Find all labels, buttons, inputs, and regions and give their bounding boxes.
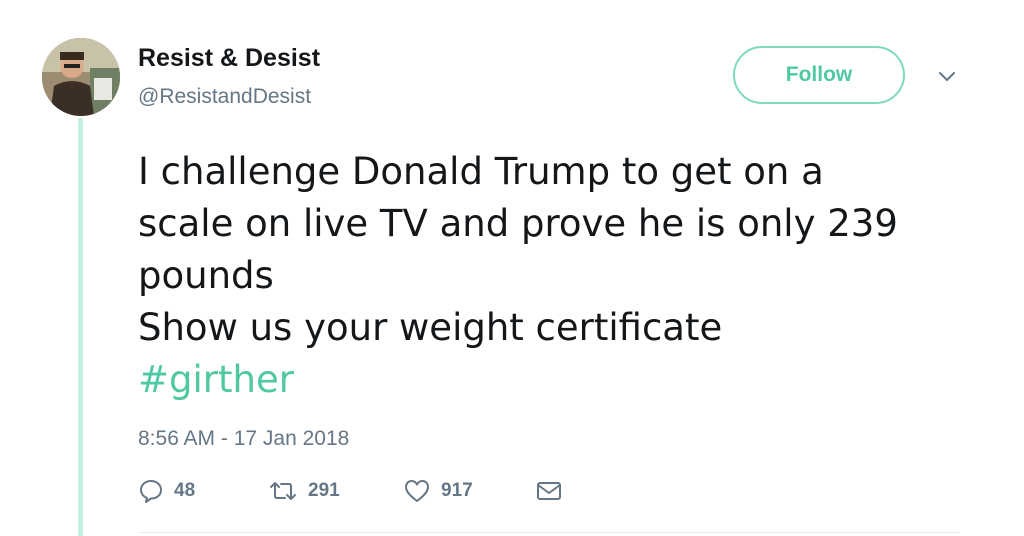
avatar[interactable] [42, 38, 120, 116]
avatar-image [42, 38, 120, 116]
tweet-actions: 48 291 917 [138, 478, 563, 504]
like-count: 917 [441, 480, 473, 501]
direct-message-button[interactable] [535, 478, 563, 504]
tweet-text-line: I challenge Donald Trump to get on a [138, 150, 824, 193]
hashtag-link[interactable]: #girther [138, 354, 998, 406]
message-icon [537, 482, 561, 500]
reply-count: 48 [174, 480, 196, 501]
like-button[interactable]: 917 [403, 478, 535, 504]
display-name[interactable]: Resist & Desist [138, 42, 320, 74]
like-icon [405, 480, 429, 502]
reply-icon [140, 480, 162, 503]
retweet-button[interactable]: 291 [268, 478, 403, 504]
tweet-timestamp[interactable]: 8:56 AM - 17 Jan 2018 [138, 426, 349, 452]
tweet-text-line: pounds [138, 254, 274, 297]
retweet-count: 291 [308, 480, 340, 501]
reply-button[interactable]: 48 [138, 478, 268, 504]
tweet-text: I challenge Donald Trump to get on a sca… [138, 146, 998, 406]
tweet-text-line: scale on live TV and prove he is only 23… [138, 202, 898, 245]
chevron-down-icon[interactable] [934, 64, 960, 90]
retweet-icon [270, 482, 296, 500]
divider [138, 532, 960, 533]
tweet-text-line: Show us your weight certificate [138, 306, 723, 349]
follow-button[interactable]: Follow [733, 46, 905, 104]
user-handle[interactable]: @ResistandDesist [138, 84, 311, 110]
thread-line [78, 118, 83, 536]
